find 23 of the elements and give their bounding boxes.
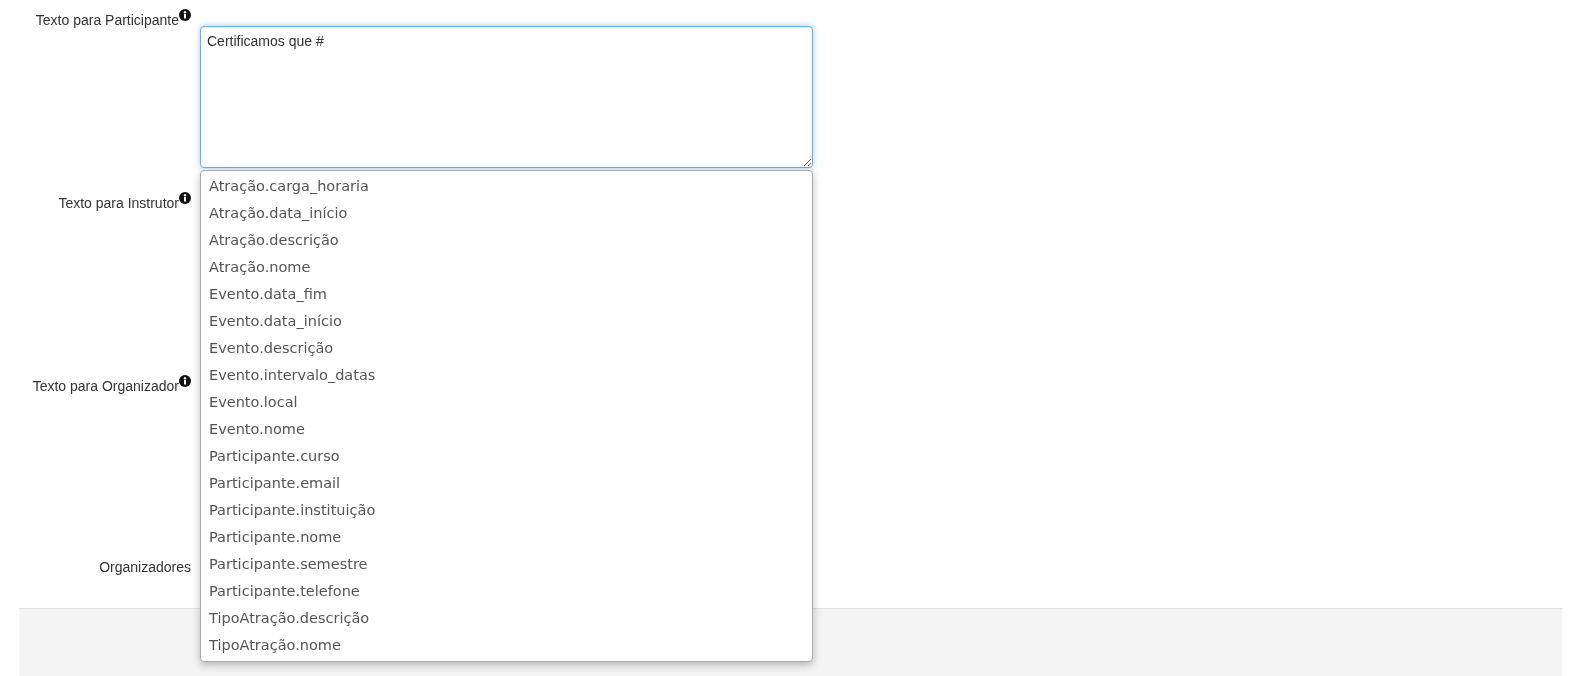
field-label: Texto para Participante <box>35 12 179 28</box>
suggestion-item[interactable]: Atração.carga_horaria <box>201 173 812 200</box>
suggestion-item[interactable]: Participante.nome <box>201 524 812 551</box>
suggestion-item[interactable]: TipoAtração.nome <box>201 632 812 659</box>
field-label: Texto para Instrutor <box>58 195 179 211</box>
suggestion-item[interactable]: Evento.descrição <box>201 335 812 362</box>
suggestion-item[interactable]: Evento.local <box>201 389 812 416</box>
suggestion-item[interactable]: Atração.nome <box>201 254 812 281</box>
suggestion-item[interactable]: TipoAtração.descrição <box>201 605 812 632</box>
suggestion-item[interactable]: Evento.intervalo_datas <box>201 362 812 389</box>
suggestion-item[interactable]: Atração.descrição <box>201 227 812 254</box>
suggestion-item[interactable]: Evento.data_fim <box>201 281 812 308</box>
suggestion-item[interactable]: Evento.data_início <box>201 308 812 335</box>
suggestion-item[interactable]: Evento.nome <box>201 416 812 443</box>
suggestion-item[interactable]: Participante.instituição <box>201 497 812 524</box>
field-label: Organizadores <box>99 559 191 575</box>
suggestion-item[interactable]: Participante.curso <box>201 443 812 470</box>
text-area[interactable]: Certificamos que # <box>200 26 813 168</box>
suggestion-item[interactable]: Participante.telefone <box>201 578 812 605</box>
suggestion-item[interactable]: Atração.data_início <box>201 200 812 227</box>
field-label: Texto para Organizador <box>32 378 179 394</box>
suggestion-item[interactable]: Participante.semestre <box>201 551 812 578</box>
suggestion-item[interactable]: Participante.email <box>201 470 812 497</box>
